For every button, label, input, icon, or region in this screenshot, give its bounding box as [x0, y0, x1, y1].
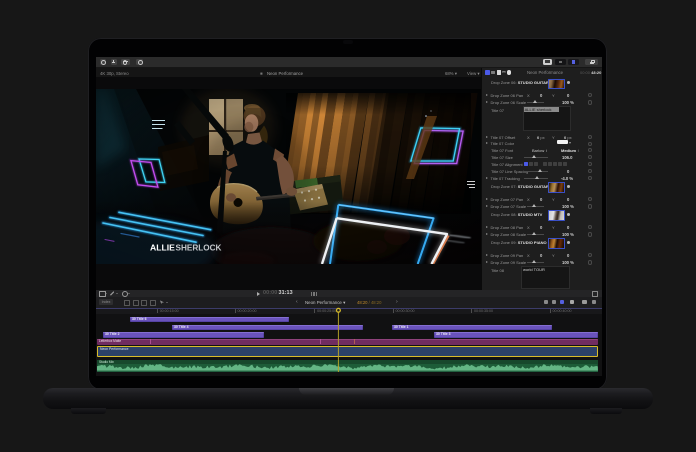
svg-text:SHERLOCK: SHERLOCK: [176, 244, 222, 253]
svg-text:ALLIE: ALLIE: [150, 243, 175, 253]
